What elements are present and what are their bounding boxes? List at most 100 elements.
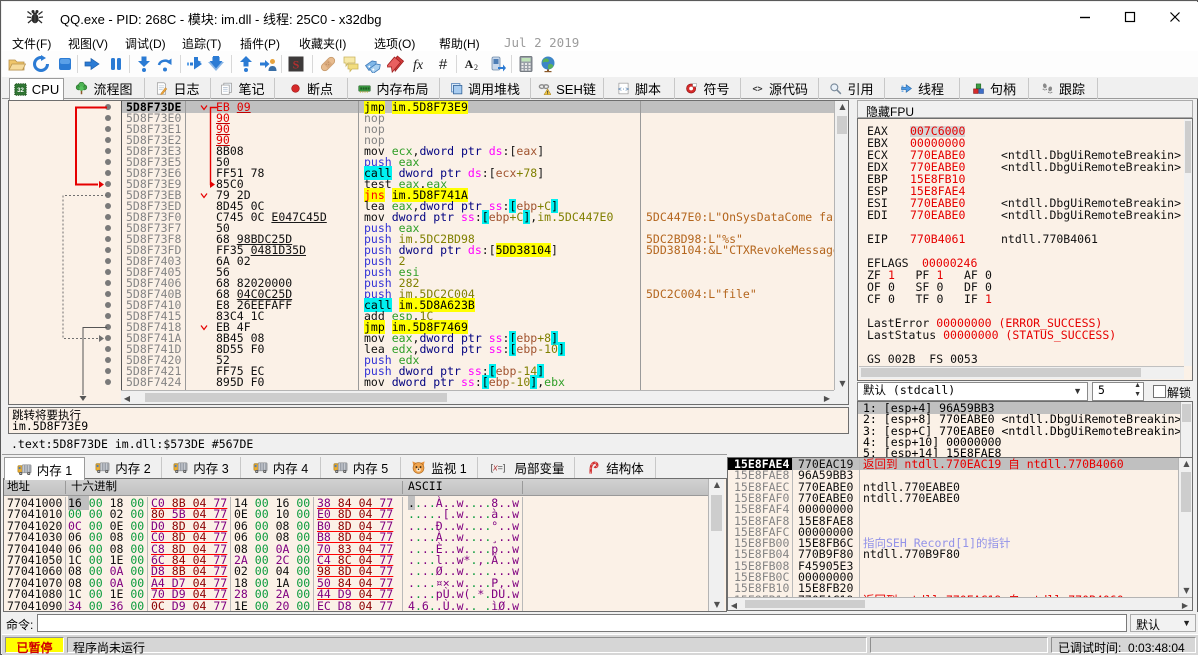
tab-线程[interactable]: 线程 — [885, 78, 960, 99]
breakpoint-dot[interactable] — [105, 159, 111, 165]
menu-帮助H[interactable]: 帮助(H) — [439, 35, 480, 52]
maximize-button[interactable] — [1124, 11, 1136, 23]
label-icon[interactable] — [364, 55, 382, 73]
dump-vertical-scrollbar[interactable]: ▲▼ — [708, 479, 724, 611]
menu-插件P[interactable]: 插件(P) — [240, 35, 280, 52]
scroll-up-icon[interactable]: ▲ — [709, 480, 725, 489]
breakpoint-dot[interactable] — [105, 137, 111, 143]
scroll-right-icon[interactable]: ▶ — [1181, 601, 1189, 610]
function-icon[interactable]: fx — [409, 55, 427, 73]
breakpoint-dot[interactable] — [105, 324, 111, 330]
scroll-up-icon[interactable]: ▲ — [835, 102, 849, 111]
command-input[interactable] — [37, 614, 1127, 632]
scroll-up-icon[interactable]: ▲ — [1179, 459, 1193, 468]
breakpoint-dot[interactable] — [105, 269, 111, 275]
spinner-up-icon[interactable]: ▲ — [1134, 382, 1141, 389]
tab-笔记[interactable]: 笔记 — [211, 78, 275, 99]
breakpoint-dot[interactable] — [105, 192, 111, 198]
scroll-left-icon[interactable]: ◀ — [730, 601, 738, 610]
breakpoint-dot[interactable] — [105, 313, 111, 319]
tab-流程图[interactable]: 流程图 — [64, 78, 145, 99]
tab-断点[interactable]: 断点 — [275, 78, 348, 99]
breakpoint-dot[interactable] — [105, 258, 111, 264]
scroll-down-icon[interactable]: ▼ — [1179, 586, 1193, 595]
tab-跟踪[interactable]: 跟踪 — [1029, 78, 1098, 99]
breakpoint-dot[interactable] — [105, 236, 111, 242]
breakpoint-dot[interactable] — [105, 126, 111, 132]
ascii-icon[interactable]: A2 — [462, 55, 480, 73]
breakpoint-dot[interactable] — [105, 291, 111, 297]
tab-CPU[interactable]: 32CPU — [9, 78, 64, 100]
tab-符号[interactable]: 符号 — [675, 78, 741, 99]
breakpoint-dot[interactable] — [105, 170, 111, 176]
scroll-thumb[interactable] — [745, 600, 865, 608]
globe-icon[interactable] — [539, 55, 557, 73]
menu-收藏夹I[interactable]: 收藏夹(I) — [299, 35, 346, 52]
breakpoint-dot[interactable] — [105, 181, 111, 187]
breakpoint-dot[interactable] — [105, 148, 111, 154]
stop-icon[interactable] — [56, 55, 74, 73]
scroll-thumb[interactable] — [711, 495, 722, 531]
scroll-thumb[interactable] — [837, 116, 847, 134]
calculator-icon[interactable] — [517, 55, 535, 73]
breakpoint-dot[interactable] — [105, 115, 111, 121]
hash-icon[interactable]: # — [434, 55, 452, 73]
breakpoint-dot[interactable] — [105, 335, 111, 341]
tab-内存布局[interactable]: 内存布局 — [348, 78, 440, 99]
breakpoint-dot[interactable] — [105, 214, 111, 220]
comment-icon[interactable] — [342, 55, 360, 73]
tab-引用[interactable]: 引用 — [819, 78, 885, 99]
arguments-view[interactable]: 1: [esp+4] 96A59BB32: [esp+8] 770EABE0 <… — [857, 401, 1193, 458]
tab-内存1[interactable]: 内存 1 — [4, 457, 85, 480]
breakpoint-dot[interactable] — [105, 225, 111, 231]
execute-till-return-icon[interactable] — [186, 55, 204, 73]
scroll-down-icon[interactable]: ▼ — [835, 379, 849, 388]
disasm-horizontal-scrollbar[interactable]: ◀▶ — [121, 390, 834, 404]
breakpoint-dot[interactable] — [105, 346, 111, 352]
argument-count-spinner[interactable]: 5▲▼ — [1092, 382, 1144, 401]
tab-源代码[interactable]: <>源代码 — [741, 78, 819, 99]
run-icon[interactable] — [83, 55, 101, 73]
breakpoint-dot[interactable] — [105, 247, 111, 253]
calling-convention-dropdown[interactable]: 默认 (stdcall)▼ — [857, 382, 1088, 401]
breakpoint-dot[interactable] — [105, 104, 111, 110]
menu-追踪T[interactable]: 追踪(T) — [182, 35, 221, 52]
minimize-button[interactable] — [1079, 11, 1091, 23]
stack-horizontal-scrollbar[interactable]: ◀▶ — [728, 597, 1192, 610]
dump-view[interactable]: 地址十六进制ASCII7704100016 00 18 00C0 8B 04 7… — [3, 478, 727, 612]
step-into-icon[interactable] — [135, 55, 153, 73]
open-folder-icon[interactable] — [8, 55, 26, 73]
breakpoint-dot[interactable] — [105, 302, 111, 308]
tab-内存3[interactable]: 内存 3 — [162, 457, 241, 478]
tab-内存4[interactable]: 内存 4 — [241, 457, 321, 478]
stack-vertical-scrollbar[interactable]: ▲▼ — [1178, 458, 1193, 597]
close-button[interactable] — [1169, 11, 1181, 23]
tab-SEH链[interactable]: SEH链 — [531, 78, 604, 99]
menu-选项O[interactable]: 选项(O) — [374, 35, 415, 52]
disassembly-view[interactable]: 5D8F73DEEB 09jmp im.5D8F73E95D8F73E090no… — [8, 100, 849, 405]
title-bar[interactable]: QQ.exe - PID: 268C - 模块: im.dll - 线程: 25… — [2, 2, 1198, 31]
tab-内存2[interactable]: 内存 2 — [85, 457, 162, 478]
breakpoint-dot[interactable] — [105, 280, 111, 286]
registers-view[interactable]: EAX007C6000EBX00000000ECX770EABE0<ntdll.… — [857, 118, 1193, 381]
spinner-down-icon[interactable]: ▼ — [1134, 391, 1141, 398]
tab-日志[interactable]: 日志 — [145, 78, 211, 99]
patch-icon[interactable] — [319, 55, 337, 73]
tab-局部变量[interactable]: [x=]局部变量 — [478, 457, 575, 478]
menu-文件F[interactable]: 文件(F) — [12, 35, 51, 52]
bookmark-icon[interactable] — [387, 55, 405, 73]
registers-panel[interactable]: 隐藏FPUEAX007C6000EBX00000000ECX770EABE0<n… — [857, 100, 1193, 458]
scroll-down-icon[interactable]: ▼ — [709, 600, 725, 609]
scylla-icon[interactable]: S — [287, 55, 305, 73]
scroll-right-icon[interactable]: ▶ — [823, 394, 831, 403]
modules-icon[interactable] — [488, 55, 506, 73]
breakpoint-dot[interactable] — [105, 357, 111, 363]
run-till-return-icon[interactable] — [237, 55, 255, 73]
step-into-source-icon[interactable] — [207, 55, 225, 73]
tab-脚本[interactable]: <·>脚本 — [604, 78, 675, 99]
disasm-vertical-scrollbar[interactable]: ▲▼ — [834, 101, 849, 390]
tab-调用堆栈[interactable]: 调用堆栈 — [440, 78, 531, 99]
pause-icon[interactable] — [107, 55, 125, 73]
unlock-checkbox[interactable] — [1153, 385, 1166, 398]
restart-icon[interactable] — [32, 55, 50, 73]
